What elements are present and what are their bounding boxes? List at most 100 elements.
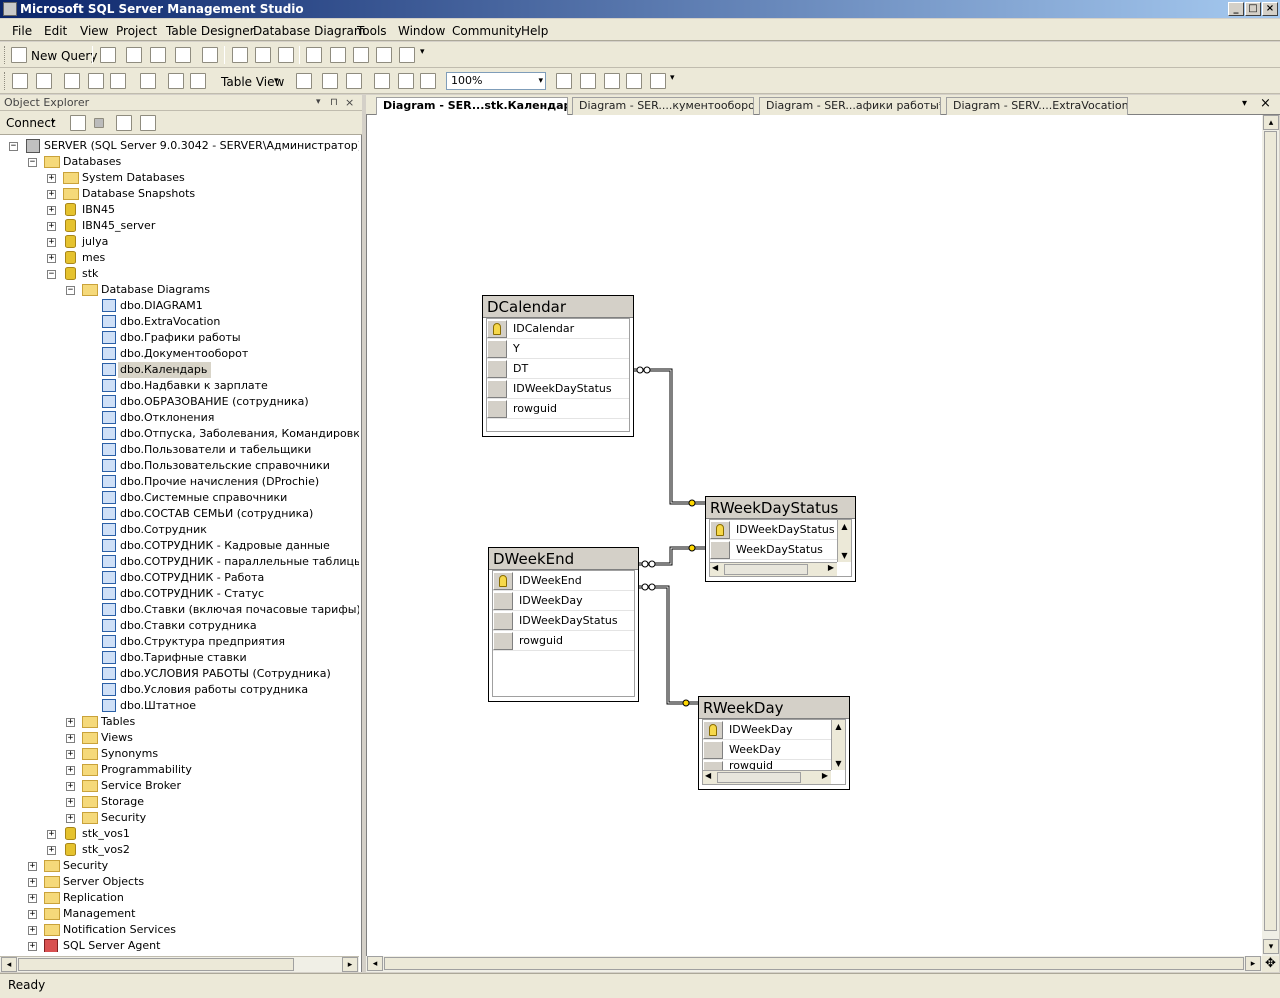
tab-diagram-schedules[interactable]: Diagram - SER...афики работы* (759, 97, 941, 115)
view-page-breaks-icon[interactable] (322, 73, 338, 89)
object-explorer-horizontal-scrollbar[interactable]: ◂ ▸ (0, 956, 359, 972)
tree-node-diagram[interactable]: dbo.Надбавки к зарплате (0, 378, 359, 394)
table-rweekday[interactable]: RWeekDay IDWeekDay WeekDay rowguid ▲ ▼ ◀… (698, 696, 850, 790)
expand-icon[interactable]: + (66, 750, 75, 759)
table-rweekdaystatus[interactable]: RWeekDayStatus IDWeekDayStatus WeekDaySt… (705, 496, 856, 582)
expand-icon[interactable]: + (28, 862, 37, 871)
new-query-button[interactable]: New Query (31, 49, 97, 63)
column-row[interactable]: IDWeekDay (703, 720, 831, 740)
tree-node-diagram[interactable]: dbo.Условия работы сотрудника (0, 682, 359, 698)
column-row[interactable]: rowguid (493, 631, 634, 651)
tree-node-databases[interactable]: − Databases (0, 154, 359, 170)
tree-node-diagram[interactable]: dbo.СОТРУДНИК - параллельные таблицы (0, 554, 359, 570)
tree-node-programmability[interactable]: + Programmability (0, 762, 359, 778)
collapse-icon[interactable]: − (28, 158, 37, 167)
new-text-annotation-icon[interactable] (190, 73, 206, 89)
row-selector[interactable] (493, 592, 513, 610)
tab-diagram-documents[interactable]: Diagram - SER....кументооборот (572, 97, 754, 115)
menu-table-designer[interactable]: Table Designer (166, 24, 255, 38)
toolbar-grip[interactable] (4, 72, 7, 90)
tree-node-diagram[interactable]: dbo.СОТРУДНИК - Работа (0, 570, 359, 586)
relationship-dweekend-rweekdaystatus[interactable] (639, 544, 705, 568)
tree-node-diagram[interactable]: dbo.УСЛОВИЯ РАБОТЫ (Сотрудника) (0, 666, 359, 682)
expand-icon[interactable]: + (66, 718, 75, 727)
tree-node-diagram[interactable]: dbo.ExtraVocation (0, 314, 359, 330)
new-file-icon[interactable] (100, 47, 116, 63)
scroll-right-icon[interactable]: ▸ (1245, 956, 1261, 971)
expand-icon[interactable]: + (47, 830, 56, 839)
column-row[interactable]: IDWeekDayStatus (487, 379, 629, 399)
template-explorer-icon[interactable] (353, 47, 369, 63)
row-selector[interactable] (487, 340, 507, 358)
menu-tools[interactable]: Tools (357, 24, 387, 38)
tree-node-diagram[interactable]: dbo.Системные справочники (0, 490, 359, 506)
table-view-dropdown-icon[interactable]: ▾ (274, 76, 279, 86)
add-column-icon[interactable] (580, 73, 596, 89)
expand-icon[interactable]: + (28, 926, 37, 935)
solution-explorer-icon[interactable] (376, 47, 392, 63)
add-table-icon[interactable] (36, 73, 52, 89)
menu-help[interactable]: Help (521, 24, 548, 38)
table-vertical-scrollbar[interactable]: ▲ ▼ (837, 520, 851, 562)
tree-node-diagram[interactable]: dbo.Прочие начисления (DProchie) (0, 474, 359, 490)
column-row[interactable]: DT (487, 359, 629, 379)
generate-change-script-icon[interactable] (140, 73, 156, 89)
column-row[interactable]: WeekDay (703, 740, 831, 760)
expand-icon[interactable]: + (47, 190, 56, 199)
set-primary-key-icon[interactable] (168, 73, 184, 89)
refresh-icon[interactable] (116, 115, 132, 131)
recalculate-page-breaks-icon[interactable] (346, 73, 362, 89)
dmx-query-icon[interactable] (175, 47, 191, 63)
toolbar-options-icon[interactable]: ▾ (670, 73, 680, 89)
scroll-up-icon[interactable]: ▲ (832, 720, 845, 733)
tree-node-synonyms[interactable]: + Synonyms (0, 746, 359, 762)
minimize-button[interactable]: _ (1228, 2, 1244, 16)
column-row[interactable]: IDWeekDayStatus (710, 520, 837, 540)
expand-icon[interactable]: + (66, 782, 75, 791)
stop-icon[interactable] (94, 118, 104, 128)
save-all-icon[interactable] (278, 47, 294, 63)
scroll-right-icon[interactable]: ▶ (822, 771, 828, 780)
scroll-down-icon[interactable]: ▼ (832, 757, 845, 770)
tree-node-diagram[interactable]: dbo.Отклонения (0, 410, 359, 426)
tree-node-diagram[interactable]: dbo.Графики работы (0, 330, 359, 346)
expand-icon[interactable]: + (28, 942, 37, 951)
zoom-combobox[interactable]: 100% ▾ (446, 72, 546, 90)
expand-icon[interactable]: + (66, 798, 75, 807)
zoom-to-fit-icon[interactable] (556, 73, 572, 89)
diagram-vertical-scrollbar[interactable]: ▴ ▾ (1262, 115, 1279, 956)
window-position-icon[interactable]: ▾ (316, 95, 321, 110)
tree-node-diagram[interactable]: dbo.Сотрудник (0, 522, 359, 538)
tree-node-diagram[interactable]: dbo.Структура предприятия (0, 634, 359, 650)
move-icon[interactable]: ✥ (1262, 956, 1279, 972)
active-files-icon[interactable]: ▾ (1242, 98, 1247, 109)
row-selector[interactable] (487, 360, 507, 378)
tree-node-diagram[interactable]: dbo.Ставки сотрудника (0, 618, 359, 634)
tree-node-sql-server-agent[interactable]: + SQL Server Agent (0, 938, 359, 952)
column-row[interactable]: Y (487, 339, 629, 359)
tree-node-diagram[interactable]: dbo.Отпуска, Заболевания, Командировки (… (0, 426, 359, 442)
tree-node-diagram[interactable]: dbo.СОТРУДНИК - Статус (0, 586, 359, 602)
tree-node-security[interactable]: + Security (0, 858, 359, 874)
column-row[interactable]: IDWeekDayStatus (493, 611, 634, 631)
expand-icon[interactable]: + (28, 894, 37, 903)
add-related-tables-icon[interactable] (64, 73, 80, 89)
scroll-left-icon[interactable]: ◂ (367, 956, 383, 971)
properties-icon[interactable] (399, 47, 415, 63)
row-selector[interactable] (703, 741, 723, 759)
registered-servers-icon[interactable] (306, 47, 322, 63)
close-icon[interactable]: × (345, 95, 354, 110)
menu-view[interactable]: View (80, 24, 108, 38)
tree-node-database[interactable]: + stk_vos1 (0, 826, 359, 842)
toolbar-grip[interactable] (4, 46, 7, 64)
expand-icon[interactable]: + (28, 878, 37, 887)
relationship-dweekend-rweekday[interactable] (639, 583, 699, 707)
expand-icon[interactable]: + (66, 766, 75, 775)
expand-icon[interactable]: + (28, 910, 37, 919)
column-row[interactable]: rowguid (487, 399, 629, 419)
collapse-icon[interactable]: − (66, 286, 75, 295)
tab-diagram-extravocation[interactable]: Diagram - SERV....ExtraVocation (946, 97, 1128, 115)
object-explorer-icon[interactable] (330, 47, 346, 63)
tree-node-service-broker[interactable]: + Service Broker (0, 778, 359, 794)
menu-file[interactable]: File (12, 24, 32, 38)
